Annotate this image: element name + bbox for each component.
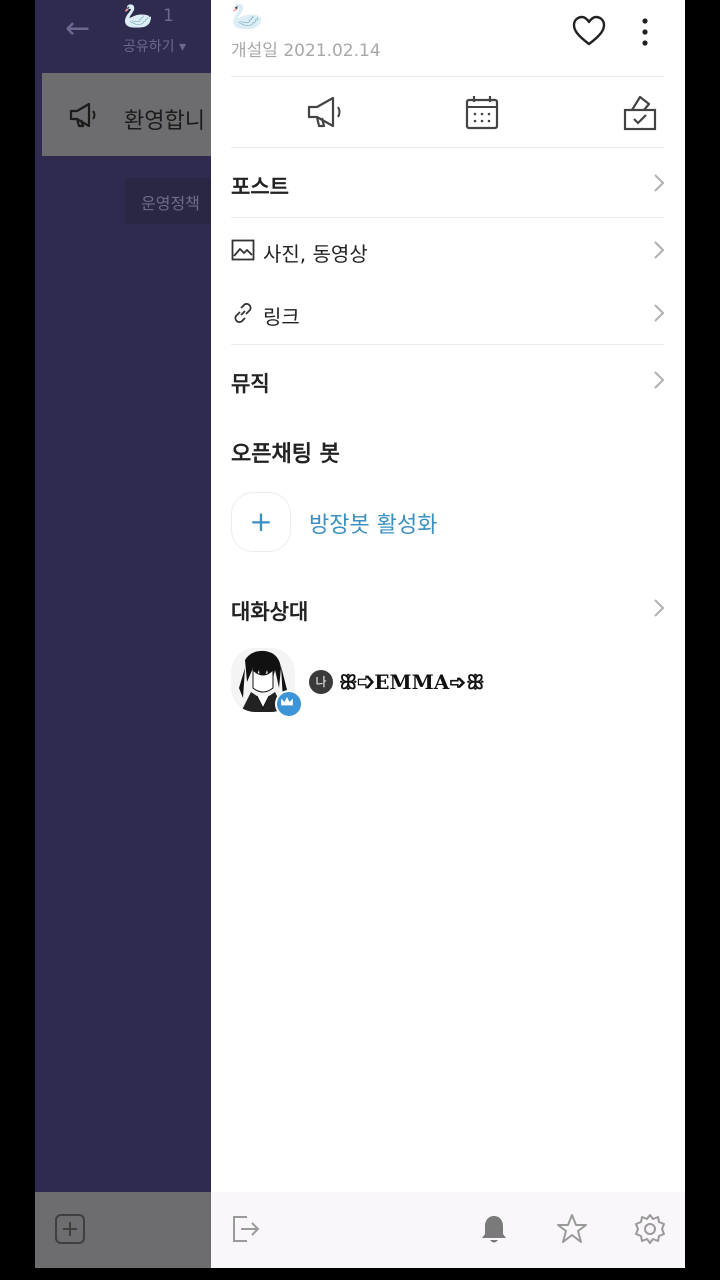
chevron-right-icon: [654, 599, 665, 617]
drawer-bottom-bar: [211, 1192, 685, 1268]
image-icon: [231, 239, 255, 261]
member-name: ꕥ➩EMMA➩ꕥ: [339, 670, 485, 694]
menu-item-post[interactable]: 포스트: [231, 153, 665, 213]
divider: [231, 217, 664, 218]
vote-box-icon[interactable]: [620, 92, 660, 132]
menu-item-label: 뮤직: [231, 372, 270, 396]
menu-item-link[interactable]: 링크: [231, 283, 665, 343]
chatroom-drawer: 🦢 개설일 2021.02.14 포스트 사진, 동영상 링크 뮤직 오픈채팅 …: [211, 0, 685, 1268]
star-icon[interactable]: [555, 1212, 589, 1246]
menu-item-media[interactable]: 사진, 동영상: [231, 220, 665, 280]
chevron-right-icon: [654, 304, 665, 322]
megaphone-icon: [69, 102, 96, 128]
crown-icon: [275, 690, 303, 718]
policy-bubble[interactable]: 운영정책: [125, 178, 225, 224]
swan-icon: 🦢: [123, 2, 153, 30]
bot-section-title: 오픈채팅 봇: [231, 442, 340, 467]
chevron-right-icon: [654, 241, 665, 259]
me-badge: 나: [309, 670, 333, 694]
swan-icon: 🦢: [231, 2, 264, 32]
divider: [231, 76, 664, 77]
chevron-right-icon: [654, 371, 665, 389]
more-vertical-icon[interactable]: [637, 16, 653, 48]
plus-icon[interactable]: +: [231, 492, 291, 552]
policy-text: 운영정책: [141, 194, 200, 213]
chevron-right-icon: [654, 174, 665, 192]
members-section-title: 대화상대: [231, 600, 309, 624]
chat-header: ← 🦢 1 공유하기 ▾: [35, 0, 211, 60]
divider: [231, 147, 664, 148]
link-icon: [234, 303, 252, 323]
menu-item-music[interactable]: 뮤직: [231, 350, 665, 410]
back-arrow-icon[interactable]: ←: [65, 14, 90, 44]
notice-text: 환영합니: [124, 109, 205, 134]
megaphone-icon[interactable]: [305, 92, 345, 132]
menu-item-label: 사진, 동영상: [263, 242, 368, 266]
exit-icon[interactable]: [229, 1212, 263, 1246]
established-date: 개설일 2021.02.14: [231, 41, 381, 61]
bell-icon[interactable]: [477, 1212, 511, 1246]
heart-icon[interactable]: [571, 14, 607, 48]
menu-item-label: 링크: [263, 305, 300, 329]
chat-input-bar: [35, 1192, 211, 1268]
chat-room-background: ← 🦢 1 공유하기 ▾ 환영합니 운영정책: [35, 0, 242, 1268]
gear-icon[interactable]: [633, 1212, 667, 1246]
phone-screen: ← 🦢 1 공유하기 ▾ 환영합니 운영정책 🦢 개설일 2021.02.14: [35, 0, 685, 1268]
member-list-item[interactable]: 나 ꕥ➩EMMA➩ꕥ: [231, 648, 665, 718]
members-section-header[interactable]: 대화상대: [231, 578, 665, 638]
add-attachment-icon[interactable]: [55, 1214, 85, 1244]
activate-host-bot-button[interactable]: 방장봇 활성화: [309, 507, 437, 539]
calendar-icon[interactable]: [462, 92, 502, 132]
divider: [231, 344, 664, 345]
member-count: 1: [163, 6, 174, 26]
menu-item-label: 포스트: [231, 175, 289, 199]
share-button[interactable]: 공유하기 ▾: [123, 36, 186, 56]
